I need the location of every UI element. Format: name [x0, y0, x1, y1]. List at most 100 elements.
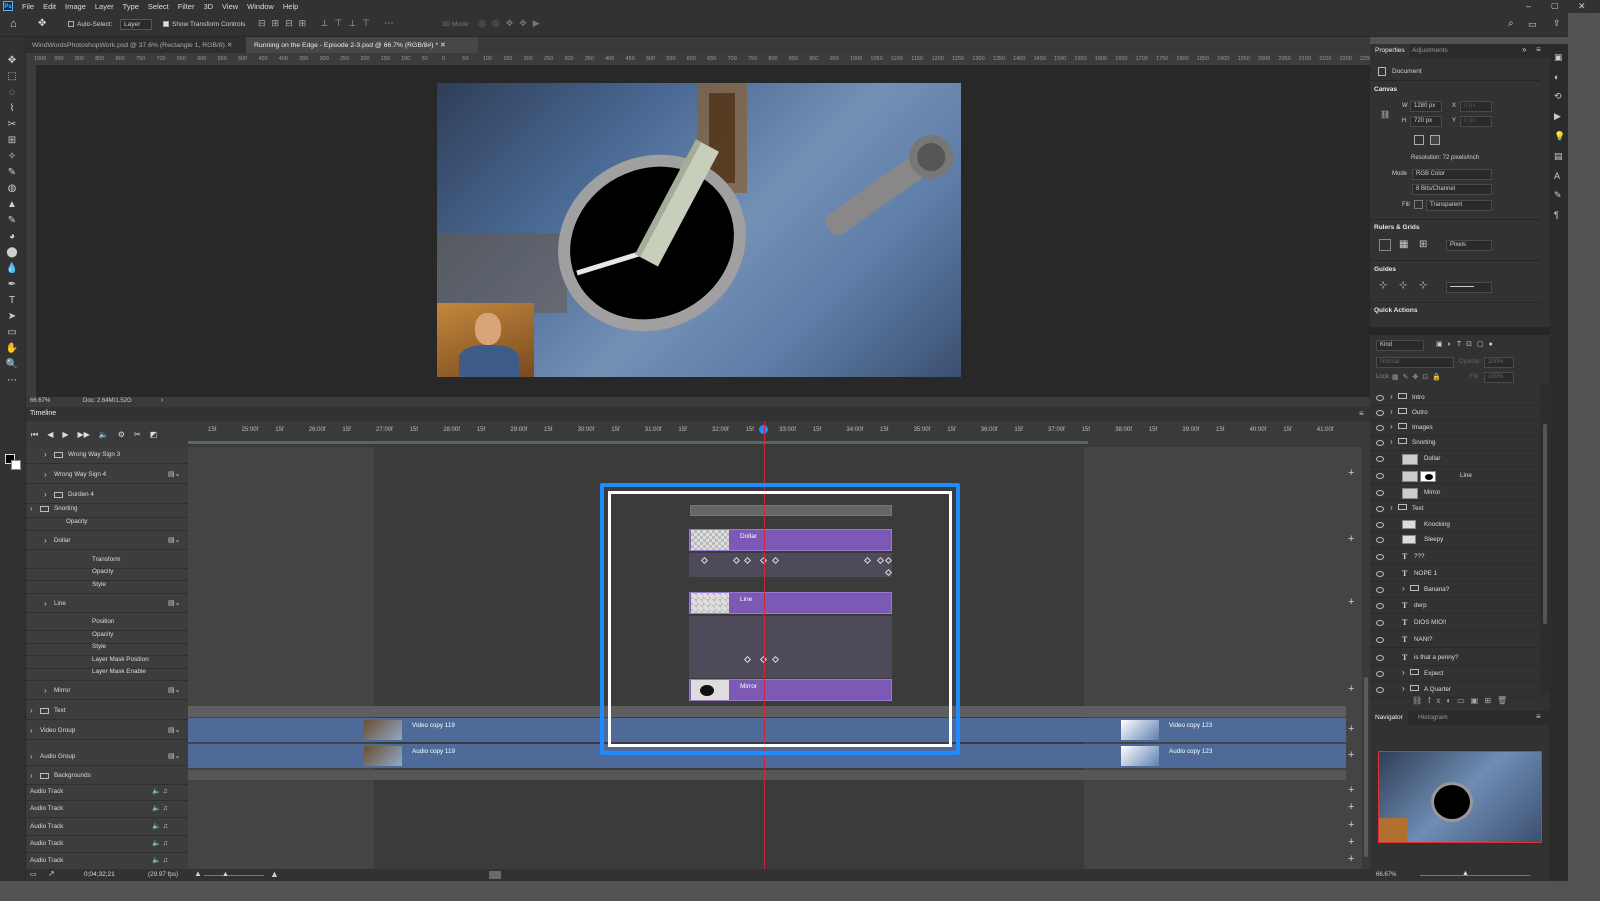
visibility-eye-icon[interactable]: [1376, 687, 1384, 693]
menu-image[interactable]: Image: [65, 2, 86, 11]
zoom-level[interactable]: 66.67%: [30, 398, 50, 404]
zoom-tool-icon[interactable]: 🔍: [5, 359, 19, 371]
panel-menu-icon[interactable]: ≡: [1536, 712, 1541, 721]
menu-type[interactable]: Type: [123, 2, 139, 11]
tab-adjustments[interactable]: Adjustments: [1412, 47, 1448, 54]
track-label[interactable]: Text: [54, 707, 66, 714]
expand-chevron-icon[interactable]: ›: [30, 771, 33, 780]
pen-tool-icon[interactable]: ✒: [5, 279, 19, 291]
layer-name[interactable]: Images: [1412, 424, 1433, 431]
visibility-eye-icon[interactable]: [1376, 522, 1384, 528]
document-canvas[interactable]: [437, 83, 961, 377]
layer-name[interactable]: Expect: [1424, 670, 1443, 677]
x-field[interactable]: 0 px: [1460, 101, 1492, 112]
tab-histogram[interactable]: Histogram: [1418, 714, 1448, 721]
opacity-field[interactable]: 100%: [1484, 357, 1514, 368]
guides-title[interactable]: Guides: [1374, 266, 1396, 273]
y-field[interactable]: 0 px: [1460, 116, 1492, 127]
transition-icon[interactable]: ◩: [150, 430, 158, 440]
fill-field-layers[interactable]: 100%: [1484, 372, 1514, 383]
actions-panel-icon[interactable]: ▶: [1554, 111, 1565, 122]
layer-name[interactable]: Intro: [1412, 394, 1425, 401]
document-tab-1[interactable]: WindWordsPhotoshopWork.psd @ 37.6% (Rect…: [26, 37, 246, 53]
track-label[interactable]: Wrong Way Sign 4: [54, 471, 106, 478]
visibility-eye-icon[interactable]: [1376, 620, 1384, 626]
layer-name[interactable]: Text: [1412, 505, 1424, 512]
clip-video-119[interactable]: Video copy 119: [364, 718, 455, 742]
layers-footer-icons[interactable]: ⛓fx◐▭▣⊞🗑: [1412, 696, 1513, 705]
track-label[interactable]: Opacity: [92, 568, 113, 575]
add-media-button[interactable]: +: [1348, 467, 1354, 479]
add-media-button[interactable]: +: [1348, 749, 1354, 761]
visibility-eye-icon[interactable]: [1376, 554, 1384, 560]
group-bar-backgrounds[interactable]: [188, 770, 1346, 780]
visibility-eye-icon[interactable]: [1376, 655, 1384, 661]
visibility-eye-icon[interactable]: [1376, 456, 1384, 462]
guide-line-dropdown[interactable]: [1446, 282, 1492, 293]
add-media-button[interactable]: +: [1348, 723, 1354, 735]
gradient-icon[interactable]: ⬤: [5, 247, 19, 259]
background-color-swatch[interactable]: [11, 460, 21, 470]
tab-navigator[interactable]: Navigator: [1370, 711, 1408, 725]
hand-tool-icon[interactable]: ✋: [5, 343, 19, 355]
timeline-scrollbar[interactable]: [1362, 447, 1370, 869]
visibility-eye-icon[interactable]: [1376, 395, 1384, 401]
minimize-button[interactable]: –: [1526, 1, 1531, 11]
rulers-grids-title[interactable]: Rulers & Grids: [1374, 224, 1420, 231]
lasso-tool-icon[interactable]: ◌: [5, 87, 19, 99]
render-icon[interactable]: ▭: [30, 870, 37, 878]
expand-chevron-icon[interactable]: ›: [44, 536, 47, 545]
track-label[interactable]: Wrong Way Sign 3: [68, 451, 120, 458]
3d-mode-icons[interactable]: ◎◎✥✥▶: [478, 18, 546, 29]
clip-video-123[interactable]: Video copy 123: [1121, 718, 1212, 742]
mute-icon[interactable]: 🔈: [99, 430, 109, 440]
add-media-button[interactable]: +: [1348, 683, 1354, 695]
workspace-icon[interactable]: ▭: [1528, 19, 1537, 30]
bits-dropdown[interactable]: 8 Bits/Channel: [1412, 184, 1492, 195]
track-label[interactable]: Position: [92, 618, 114, 625]
frame-tool-icon[interactable]: ⊞: [5, 135, 19, 147]
visibility-eye-icon[interactable]: [1376, 603, 1384, 609]
properties-panel-icon[interactable]: ▣: [1554, 52, 1565, 63]
track-label[interactable]: Audio Group: [40, 753, 75, 760]
close-button[interactable]: ✕: [1578, 1, 1586, 12]
layer-dropdown[interactable]: Layer: [120, 19, 152, 30]
shape-tool-icon[interactable]: ▭: [5, 327, 19, 339]
horizontal-scrollbar-thumb[interactable]: [489, 871, 501, 879]
next-frame-icon[interactable]: ▶▶: [78, 430, 90, 440]
track-label[interactable]: Opacity: [66, 518, 87, 525]
portrait-icon[interactable]: [1414, 135, 1424, 145]
visibility-eye-icon[interactable]: [1376, 571, 1384, 577]
track-label[interactable]: Transform: [92, 556, 120, 563]
first-frame-icon[interactable]: ⏮: [31, 430, 38, 440]
kind-filter-dropdown[interactable]: Kind: [1376, 340, 1424, 351]
zoom-in-icon[interactable]: ▲: [270, 869, 279, 879]
crop-tool-icon[interactable]: ✂: [5, 119, 19, 131]
width-field[interactable]: 1280 px: [1410, 101, 1442, 112]
auto-select-checkbox[interactable]: [68, 21, 74, 27]
layer-name[interactable]: Dollar: [1424, 455, 1440, 462]
timeline-tab[interactable]: Timeline: [30, 410, 56, 417]
menu-select[interactable]: Select: [148, 2, 169, 11]
track-label[interactable]: Audio Track: [30, 788, 63, 795]
blur-icon[interactable]: 💧: [5, 263, 19, 275]
film-strip-icon[interactable]: ▤⌄: [168, 726, 180, 734]
visibility-eye-icon[interactable]: [1376, 440, 1384, 446]
show-transform-checkbox[interactable]: [163, 21, 169, 27]
filter-icons[interactable]: ▣◐T⊡▢●: [1436, 340, 1498, 348]
layer-name[interactable]: DIOS MIO!!: [1414, 619, 1447, 626]
audio-track-icons[interactable]: 🔈 ♫: [152, 839, 168, 847]
grid-icon[interactable]: ▦: [1399, 239, 1408, 250]
visibility-eye-icon[interactable]: [1376, 506, 1384, 512]
zoom-out-icon[interactable]: ▲: [194, 869, 202, 878]
navigator-zoom-slider[interactable]: [1420, 875, 1530, 876]
add-media-button[interactable]: +: [1348, 853, 1354, 865]
track-label[interactable]: Audio Track: [30, 805, 63, 812]
expand-chevron-icon[interactable]: ›: [1390, 437, 1393, 446]
film-strip-icon[interactable]: ▤⌄: [168, 536, 180, 544]
guide-icon-3[interactable]: ⊹: [1419, 280, 1427, 291]
prev-frame-icon[interactable]: ◀: [47, 430, 53, 440]
expand-chevron-icon[interactable]: ›: [44, 450, 47, 459]
layer-name[interactable]: NANI?: [1414, 636, 1433, 643]
history-brush-icon[interactable]: ✎: [5, 215, 19, 227]
